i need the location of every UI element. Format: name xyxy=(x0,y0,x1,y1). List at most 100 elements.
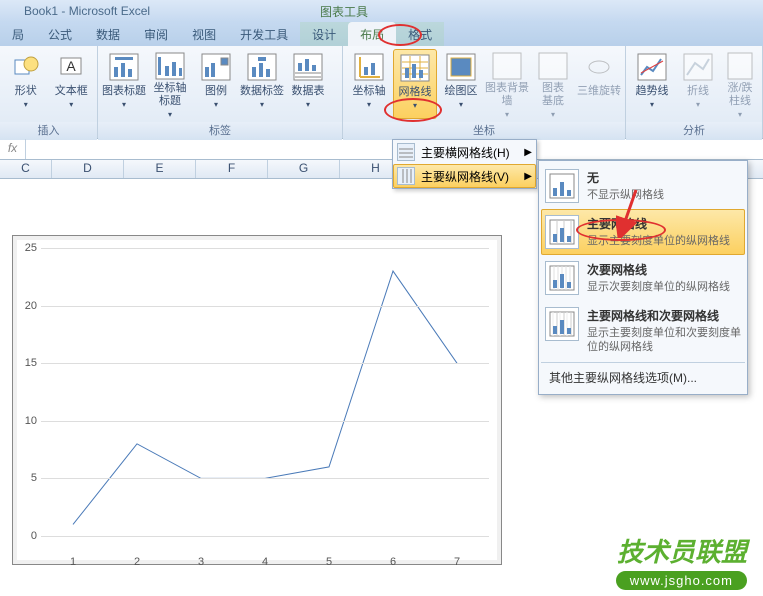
group-analysis: 趋势线▾ 折线▾ 涨/跌 柱线▾ 分析 xyxy=(626,46,763,138)
dropdown-arrow-icon: ▾ xyxy=(367,100,371,109)
tab-view[interactable]: 视图 xyxy=(180,22,228,46)
dropdown-arrow-icon: ▾ xyxy=(696,100,700,109)
gridlines-both-icon xyxy=(545,307,579,341)
vertical-gridlines-item[interactable]: 主要纵网格线(V) ▶ xyxy=(393,164,536,188)
updown-bars-button[interactable]: 涨/跌 柱线▾ xyxy=(722,49,758,119)
group-label-axes: 坐标 xyxy=(343,122,625,140)
item-text: 主要网格线和次要网格线显示主要刻度单位和次要刻度单位的纵网格线 xyxy=(587,307,741,354)
chart-object[interactable]: 0510152025 1234567 xyxy=(12,235,502,565)
data-labels-icon xyxy=(246,51,278,83)
group-label-insert: 插入 xyxy=(0,122,97,140)
group-labels: 图表标题▾ 坐标轴 标题▾ 图例▾ 数据标签▾ 数据表▾ 标签 xyxy=(98,46,343,138)
dropdown-arrow-icon: ▾ xyxy=(413,101,417,110)
gridlines-major-item[interactable]: 主要网格线显示主要刻度单位的纵网格线 xyxy=(541,209,745,255)
lines-button[interactable]: 折线▾ xyxy=(676,49,720,119)
tab-data[interactable]: 数据 xyxy=(84,22,132,46)
col-header-f[interactable]: F xyxy=(196,160,268,178)
group-label-labels: 标签 xyxy=(98,122,342,140)
tab-design[interactable]: 设计 xyxy=(300,22,348,46)
col-header-c[interactable]: C xyxy=(0,160,52,178)
data-table-icon xyxy=(292,51,324,83)
group-axes-bg: 坐标轴▾ 网格线▾ 绘图区▾ 图表背景墙▾ 图表 基底▾ 三维旋转 坐标 xyxy=(343,46,626,138)
textbox-button[interactable]: A 文本框▾ xyxy=(50,49,94,119)
trendline-button[interactable]: 趋势线▾ xyxy=(630,49,674,119)
gridlines-none-item[interactable]: 无不显示纵网格线 xyxy=(541,163,745,209)
formula-bar: fx xyxy=(0,139,763,160)
col-header-e[interactable]: E xyxy=(124,160,196,178)
y-axis: 0510152025 xyxy=(13,248,39,536)
gridlines-button[interactable]: 网格线▾ xyxy=(393,49,437,119)
gridlines-submenu: 主要横网格线(H) ▶ 主要纵网格线(V) ▶ xyxy=(392,139,537,189)
dropdown-arrow-icon: ▾ xyxy=(214,100,218,109)
plot-area-icon xyxy=(445,51,477,83)
more-gridlines-options[interactable]: 其他主要纵网格线选项(M)... xyxy=(541,362,745,392)
tab-layout[interactable]: 布局 xyxy=(348,22,396,46)
axes-button[interactable]: 坐标轴▾ xyxy=(347,49,391,119)
tab-formulas[interactable]: 公式 xyxy=(36,22,84,46)
lines-icon xyxy=(682,51,714,83)
svg-text:A: A xyxy=(67,58,77,74)
3d-rotation-icon xyxy=(583,51,615,83)
gridlines-icon xyxy=(399,52,431,84)
fx-icon[interactable]: fx xyxy=(0,139,26,159)
dropdown-arrow-icon: ▾ xyxy=(505,110,509,119)
gridlines-both-item[interactable]: 主要网格线和次要网格线显示主要刻度单位和次要刻度单位的纵网格线 xyxy=(541,301,745,360)
submenu-arrow-icon: ▶ xyxy=(524,171,532,182)
chart-wall-button[interactable]: 图表背景墙▾ xyxy=(485,49,529,119)
tab-partial[interactable]: 局 xyxy=(0,22,36,46)
contextual-tab-label: 图表工具 xyxy=(320,3,368,20)
title-bar: Book1 - Microsoft Excel xyxy=(0,0,763,22)
dropdown-arrow-icon: ▾ xyxy=(459,100,463,109)
plot-area-button[interactable]: 绘图区▾ xyxy=(439,49,483,119)
textbox-icon: A xyxy=(55,51,87,83)
chart-line xyxy=(41,248,489,536)
horizontal-gridlines-item[interactable]: 主要横网格线(H) ▶ xyxy=(393,140,536,164)
trendline-icon xyxy=(636,51,668,83)
updown-bars-icon xyxy=(724,51,756,80)
gridlines-minor-item[interactable]: 次要网格线显示次要刻度单位的纵网格线 xyxy=(541,255,745,301)
tab-format[interactable]: 格式 xyxy=(396,22,444,46)
tab-developer[interactable]: 开发工具 xyxy=(228,22,300,46)
chart-title-button[interactable]: 图表标题▾ xyxy=(102,49,146,119)
chart-floor-button[interactable]: 图表 基底▾ xyxy=(531,49,575,119)
item-text: 次要网格线显示次要刻度单位的纵网格线 xyxy=(587,261,741,295)
data-table-button[interactable]: 数据表▾ xyxy=(286,49,330,119)
gridlines-minor-icon xyxy=(545,261,579,295)
vertical-gridlines-submenu: 无不显示纵网格线 主要网格线显示主要刻度单位的纵网格线 次要网格线显示次要刻度单… xyxy=(538,160,748,395)
ribbon: 形状▾ A 文本框▾ 插入 图表标题▾ 坐标轴 标题▾ 图例▾ 数据标签▾ 数据… xyxy=(0,46,763,139)
watermark: 技术员联盟 www.jsgho.com xyxy=(616,532,747,590)
axis-title-button[interactable]: 坐标轴 标题▾ xyxy=(148,49,192,119)
v-grid-icon xyxy=(397,167,415,185)
submenu-arrow-icon: ▶ xyxy=(524,147,532,158)
col-header-g[interactable]: G xyxy=(268,160,340,178)
watermark-title: 技术员联盟 xyxy=(616,532,747,569)
window-title: Book1 - Microsoft Excel xyxy=(24,4,150,18)
legend-icon xyxy=(200,51,232,83)
gridlines-major-icon xyxy=(545,215,579,249)
submenu-label: 主要纵网格线(V) xyxy=(421,168,509,185)
dropdown-arrow-icon: ▾ xyxy=(122,100,126,109)
dropdown-arrow-icon: ▾ xyxy=(260,100,264,109)
dropdown-arrow-icon: ▾ xyxy=(551,110,555,119)
dropdown-arrow-icon: ▾ xyxy=(69,100,73,109)
gridlines-none-icon xyxy=(545,169,579,203)
axes-icon xyxy=(353,51,385,83)
item-text: 主要网格线显示主要刻度单位的纵网格线 xyxy=(587,215,741,249)
col-header-d[interactable]: D xyxy=(52,160,124,178)
shapes-button[interactable]: 形状▾ xyxy=(4,49,48,119)
chart-title-icon xyxy=(108,51,140,83)
dropdown-arrow-icon: ▾ xyxy=(24,100,28,109)
chart-floor-icon xyxy=(537,51,569,80)
submenu-label: 主要横网格线(H) xyxy=(421,144,510,161)
watermark-url: www.jsgho.com xyxy=(616,571,747,590)
dropdown-arrow-icon: ▾ xyxy=(306,100,310,109)
tab-review[interactable]: 审阅 xyxy=(132,22,180,46)
data-labels-button[interactable]: 数据标签▾ xyxy=(240,49,284,119)
dropdown-arrow-icon: ▾ xyxy=(650,100,654,109)
legend-button[interactable]: 图例▾ xyxy=(194,49,238,119)
ribbon-tabs: 局 公式 数据 审阅 视图 开发工具 设计 布局 格式 xyxy=(0,22,763,46)
plot-area xyxy=(41,248,489,536)
3d-rotation-button[interactable]: 三维旋转 xyxy=(577,49,621,119)
axis-title-icon xyxy=(154,51,186,80)
h-grid-icon xyxy=(397,143,415,161)
